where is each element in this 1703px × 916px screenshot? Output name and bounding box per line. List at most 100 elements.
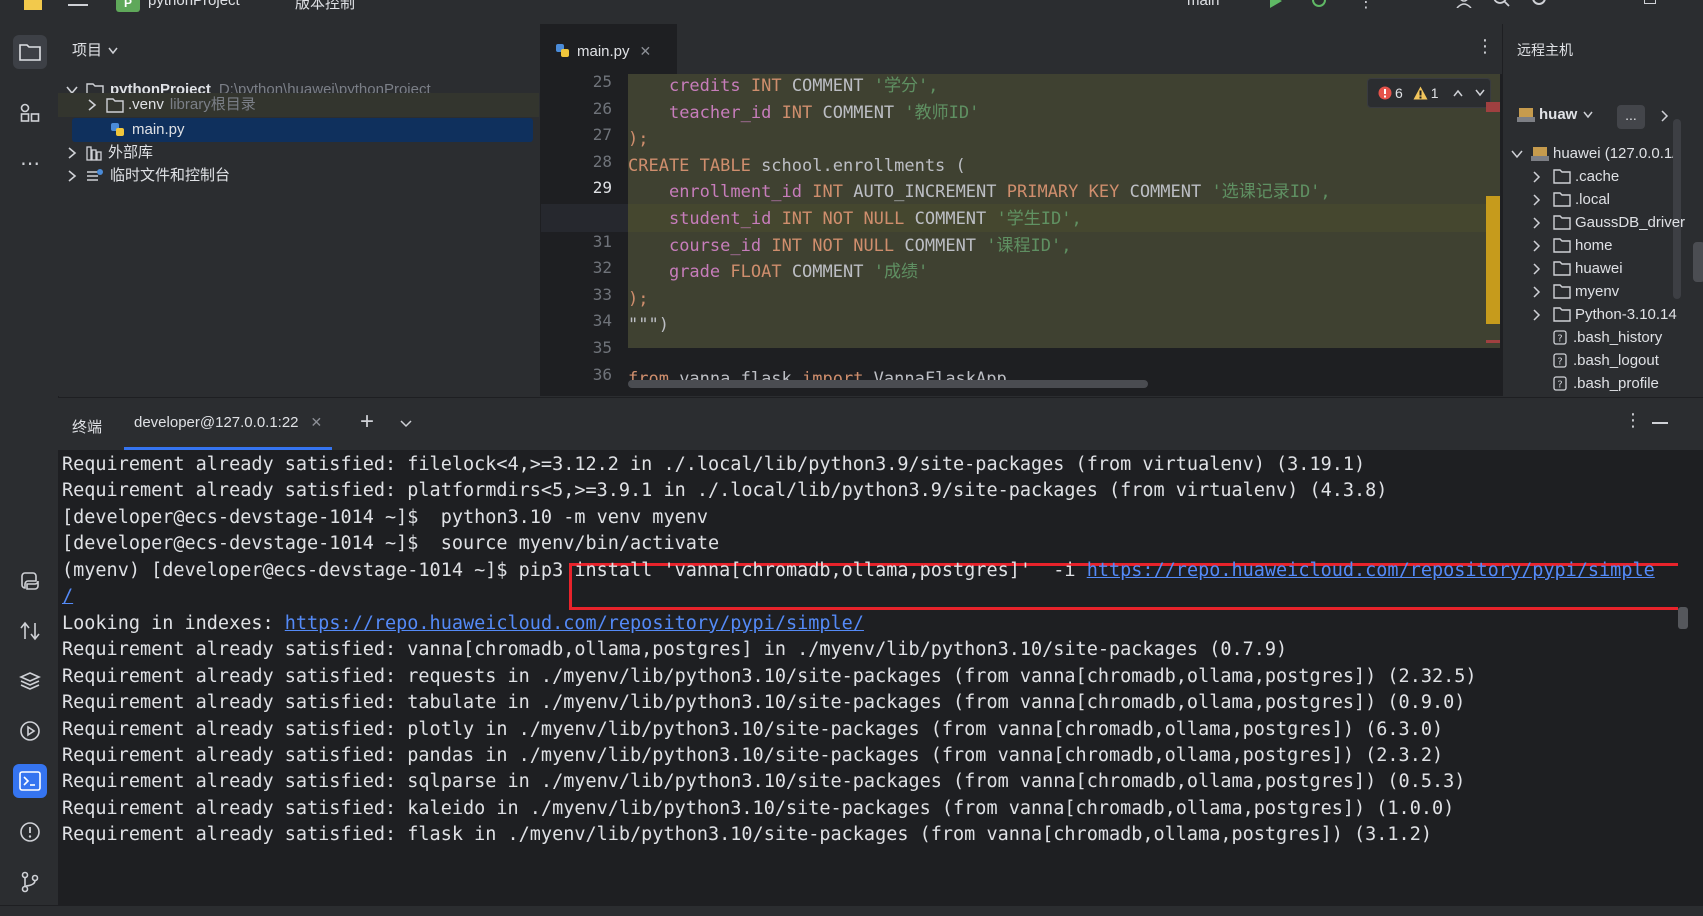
remote-transfer-icon[interactable] [13, 614, 47, 648]
search-icon[interactable] [1493, 0, 1511, 8]
tab-options-icon[interactable]: ⋮ [1476, 36, 1494, 57]
remote-folder-item[interactable]: GaussDB_driver [1533, 210, 1685, 235]
tab-main-py[interactable]: main.py ✕ [541, 24, 677, 76]
close-terminal-tab-icon[interactable]: ✕ [311, 414, 323, 431]
project-panel-title: 项目 [72, 42, 103, 59]
next-problem-icon[interactable] [1475, 89, 1485, 97]
close-tab-icon[interactable]: ✕ [640, 43, 652, 60]
remote-folder-item[interactable]: huawei [1533, 256, 1623, 281]
project-badge[interactable]: P [116, 0, 140, 12]
tab-label: main.py [577, 42, 630, 60]
line-number: 35 [592, 338, 612, 357]
remote-folder-item[interactable]: Python-3.10.14 [1533, 302, 1677, 327]
remote-folder-item[interactable]: .cache [1533, 164, 1619, 189]
code-token: CREATE TABLE [628, 155, 751, 176]
error-stripe-marker[interactable] [1486, 102, 1500, 112]
tree-item-external-libs[interactable]: 外部库 [64, 141, 153, 165]
remote-folder-item[interactable]: .local [1533, 187, 1610, 212]
scratches-icon [87, 168, 103, 181]
services-icon[interactable] [13, 714, 47, 748]
terminal-tab-session[interactable]: developer@127.0.0.1:22 ✕ [124, 398, 333, 450]
more-actions-icon[interactable]: ⋮ [1358, 0, 1374, 12]
line-number: 32 [592, 258, 612, 278]
chevron-right-icon[interactable] [1661, 110, 1669, 122]
terminal-text: Requirement already satisfied: tabulate … [62, 692, 1466, 714]
terminal-options-icon[interactable]: ⋮ [1624, 410, 1642, 431]
chevron-right-icon [88, 99, 97, 111]
remote-scrollbar[interactable] [1673, 119, 1681, 299]
code-area[interactable]: credits INT COMMENT '学分', teacher_id INT… [628, 74, 1502, 396]
terminal-link[interactable]: / [62, 586, 73, 607]
structure-tool-icon[interactable] [13, 96, 47, 130]
tree-item-scratches[interactable]: 临时文件和控制台 [64, 164, 230, 188]
terminal-text: Requirement already satisfied: platformd… [62, 480, 1388, 502]
server-name: huaw [1539, 106, 1578, 123]
problems-icon[interactable] [13, 815, 47, 849]
chevron-right-icon [68, 147, 77, 159]
terminal-output[interactable]: Requirement already satisfied: filelock<… [58, 450, 1678, 905]
hide-panel-icon[interactable] [1652, 422, 1668, 424]
terminal-title: 终端 [72, 419, 103, 436]
python-console-icon[interactable] [13, 564, 47, 598]
chevron-down-icon[interactable] [400, 420, 412, 428]
prev-problem-icon[interactable] [1453, 89, 1463, 97]
project-panel-header[interactable]: 项目 [72, 39, 118, 63]
terminal-scrollbar[interactable] [1678, 450, 1703, 905]
main-menu-icon[interactable] [68, 0, 88, 8]
run-icon[interactable] [1268, 0, 1284, 8]
packages-layers-icon[interactable] [13, 664, 47, 698]
server-selector[interactable]: huaw [1517, 102, 1593, 127]
horizontal-scrollbar[interactable] [628, 380, 1148, 388]
settings-gear-icon[interactable] [1530, 0, 1548, 8]
more-tools-icon[interactable]: ⋯ [13, 146, 47, 180]
project-selector[interactable]: pythonProject [148, 0, 240, 9]
terminal-line: Looking in indexes: https://repo.huaweic… [62, 610, 864, 638]
remote-file-item[interactable]: ? .bash_logout [1553, 348, 1659, 373]
code-token: FLOAT [730, 262, 782, 283]
remote-folder-item[interactable]: myenv [1533, 279, 1619, 304]
code-token: '成绩' [873, 262, 929, 283]
branch-selector[interactable]: main [1187, 0, 1220, 9]
code-token: grade [668, 262, 721, 283]
chevron-right-icon [1533, 285, 1541, 298]
maximize-icon[interactable] [1644, 0, 1656, 4]
remote-file-item[interactable]: ? .bash_history [1553, 325, 1662, 350]
code-line: student_id INT NOT NULL COMMENT '学生ID', [628, 205, 1082, 233]
git-branch-icon[interactable] [13, 865, 47, 899]
terminal-line: [developer@ecs-devstage-1014 ~]$ source … [62, 530, 719, 558]
terminal-link[interactable]: https://repo.huaweicloud.com/repository/… [285, 613, 864, 634]
server-more-button[interactable]: ... [1617, 105, 1645, 129]
debug-icon[interactable] [1310, 0, 1328, 8]
warning-stripe-marker[interactable] [1486, 196, 1500, 324]
vcs-menu[interactable]: 版本控制 [295, 0, 355, 13]
remote-root[interactable]: huawei (127.0.0.1/ [1511, 141, 1676, 166]
tree-item-main-py[interactable]: main.py [110, 118, 185, 142]
tree-item-venv[interactable]: .venv library根目录 [84, 93, 256, 117]
inspection-widget[interactable]: 6 1 [1367, 78, 1491, 108]
remote-folder-label: .cache [1575, 168, 1620, 185]
new-terminal-icon[interactable]: + [360, 408, 374, 436]
chevron-down-icon [1511, 150, 1523, 158]
chevron-right-icon [1533, 170, 1541, 183]
add-user-icon[interactable] [1456, 0, 1476, 8]
terminal-text: Requirement already satisfied: vanna[chr… [62, 639, 1288, 661]
code-token: COMMENT [894, 235, 987, 256]
project-tool-icon[interactable] [13, 35, 47, 69]
remote-folder-item[interactable]: home [1533, 233, 1613, 258]
terminal-text: Requirement already satisfied: plotly in… [62, 718, 1444, 740]
python-file-icon [111, 123, 124, 136]
remote-root-label: huawei (127.0.0.1/ [1553, 145, 1677, 162]
remote-file-item[interactable]: ? .bash_profile [1553, 371, 1659, 396]
terminal-tool-icon[interactable] [13, 764, 47, 798]
line-number: 29 [592, 178, 612, 198]
chevron-down-icon [108, 47, 118, 55]
folder-icon [1553, 215, 1571, 230]
code-line: enrollment_id INT AUTO_INCREMENT PRIMARY… [628, 178, 1331, 206]
folder-icon [1553, 284, 1571, 299]
terminal-link[interactable]: https://repo.huaweicloud.com/repository/… [1087, 560, 1655, 581]
